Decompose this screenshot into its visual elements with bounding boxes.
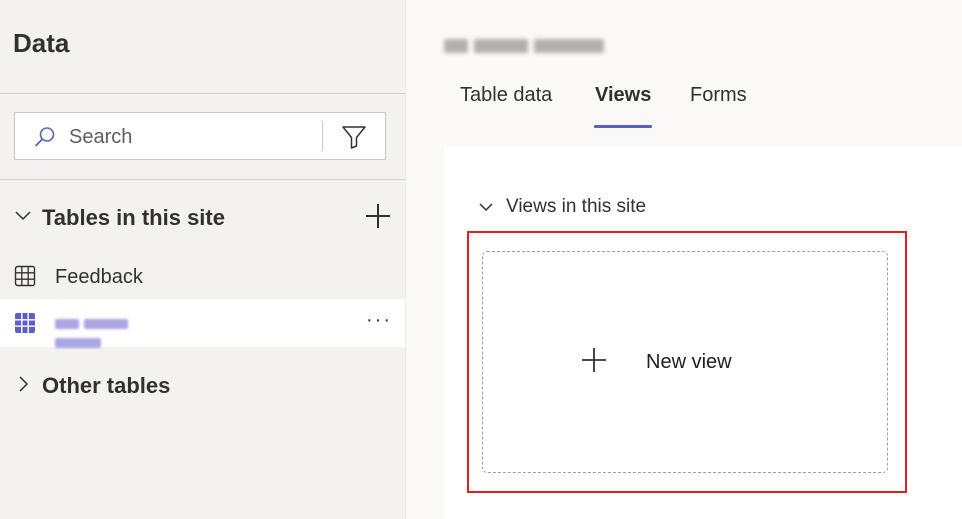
chevron-down-icon[interactable] bbox=[478, 199, 494, 215]
panel-title: Data bbox=[13, 28, 70, 58]
table-grid-icon bbox=[14, 265, 36, 287]
chevron-right-icon bbox=[19, 376, 29, 392]
other-tables-label: Other tables bbox=[42, 373, 171, 398]
table-grid-icon bbox=[15, 313, 35, 333]
search-placeholder: Search bbox=[69, 126, 133, 148]
tab-table-data[interactable]: Table data bbox=[460, 84, 552, 107]
divider bbox=[0, 93, 405, 94]
search-input[interactable]: Search bbox=[14, 112, 386, 160]
new-view-label: New view bbox=[646, 351, 732, 373]
tab-views[interactable]: Views bbox=[595, 84, 651, 107]
chevron-down-icon bbox=[15, 211, 31, 221]
add-table-icon[interactable] bbox=[364, 202, 392, 230]
redacted-table-name bbox=[55, 315, 183, 348]
redacted-page-title bbox=[444, 32, 634, 60]
panel-divider bbox=[405, 0, 406, 519]
tables-section-header[interactable]: Tables in this site bbox=[0, 197, 405, 237]
search-icon bbox=[35, 127, 55, 147]
table-item-selected[interactable]: ··· bbox=[0, 299, 405, 348]
divider bbox=[0, 179, 405, 180]
views-section-label: Views in this site bbox=[506, 196, 647, 217]
other-tables-section-header[interactable]: Other tables bbox=[0, 366, 405, 406]
more-options-icon[interactable]: ··· bbox=[366, 309, 392, 332]
filter-icon[interactable] bbox=[340, 123, 368, 151]
search-separator bbox=[322, 121, 323, 151]
table-item-label: Feedback bbox=[55, 266, 143, 288]
tab-forms[interactable]: Forms bbox=[690, 84, 747, 107]
active-tab-indicator bbox=[594, 125, 652, 128]
tables-section-label: Tables in this site bbox=[42, 205, 225, 230]
plus-icon bbox=[582, 348, 606, 372]
table-item-feedback[interactable]: Feedback bbox=[0, 252, 405, 300]
